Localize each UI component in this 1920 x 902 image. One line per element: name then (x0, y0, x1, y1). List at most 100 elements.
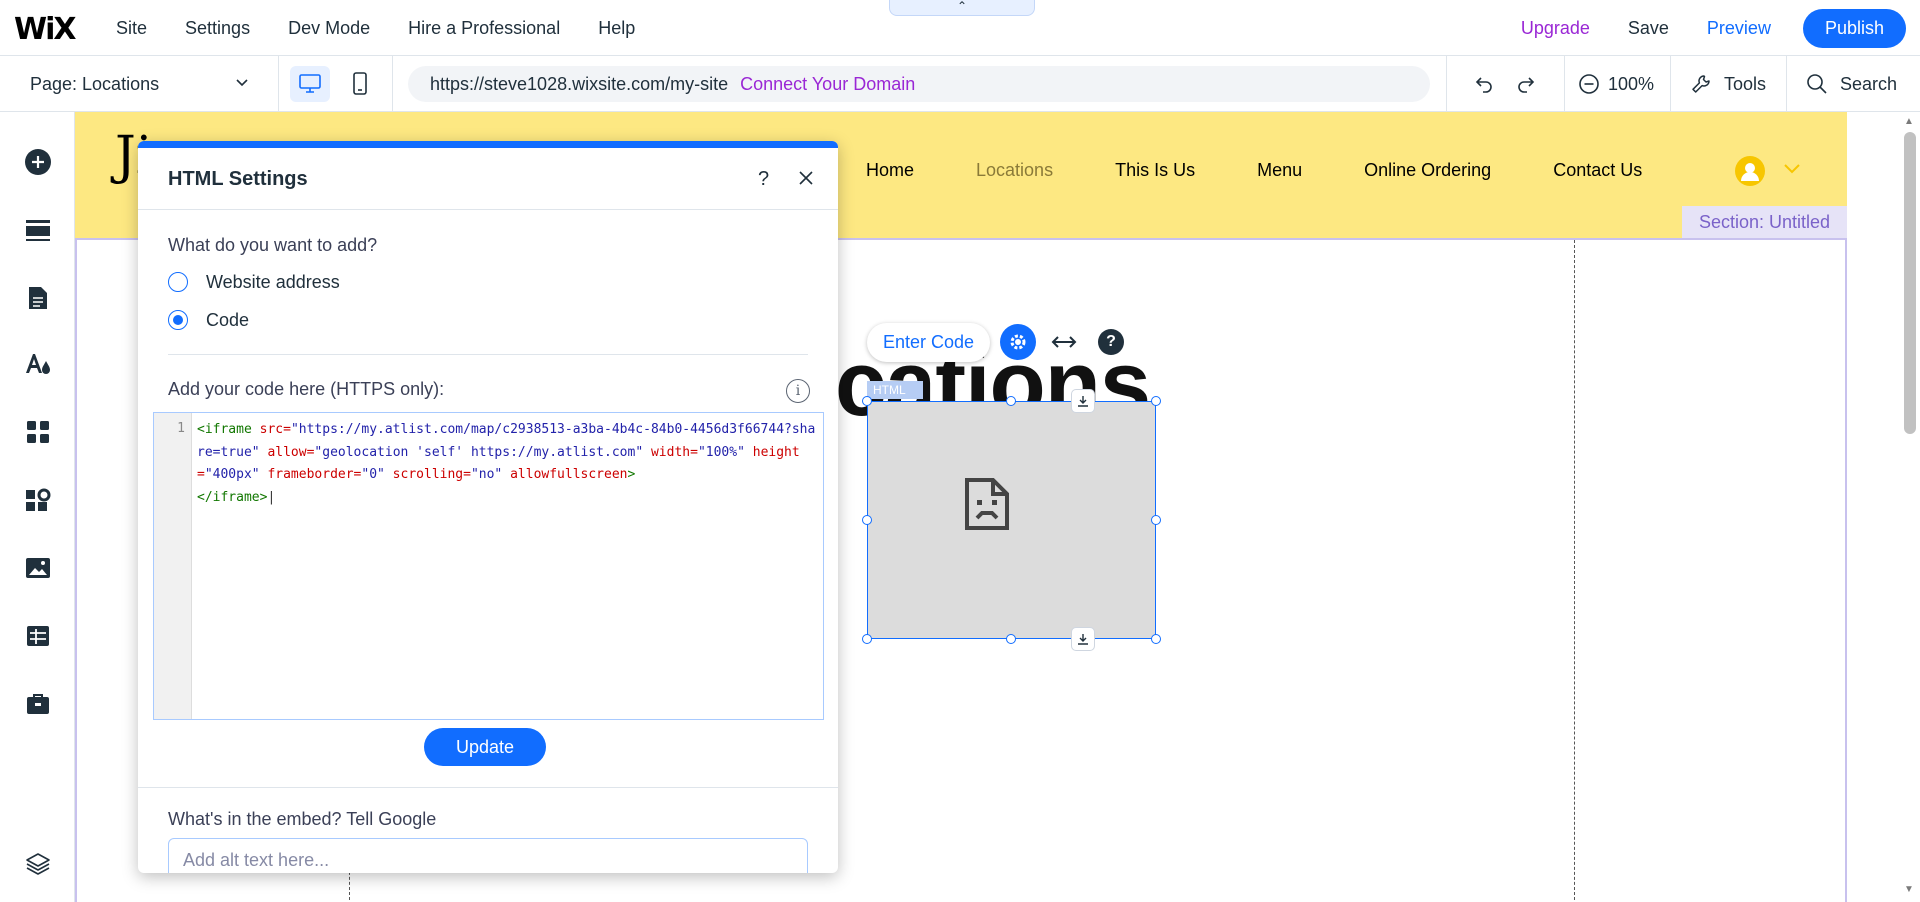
resize-handle[interactable] (862, 396, 872, 406)
section-label[interactable]: Section: Untitled (1682, 206, 1847, 238)
search-label: Search (1840, 73, 1898, 94)
tools-button[interactable]: Tools (1690, 68, 1766, 100)
scroll-down-icon[interactable]: ▼ (1904, 884, 1914, 895)
element-floating-toolbar: Enter Code ? (867, 322, 1125, 362)
nav-home[interactable]: Home (866, 160, 914, 181)
toolbar-divider (1670, 56, 1671, 112)
code-token: "no" (470, 467, 503, 482)
nav-this-is-us[interactable]: This Is Us (1115, 160, 1195, 181)
redo-icon (1518, 77, 1535, 93)
resize-handle[interactable] (862, 634, 872, 644)
code-token: width= (643, 444, 698, 460)
divider (138, 787, 838, 788)
code-content[interactable]: <iframe src="https://my.atlist.com/map/c… (197, 419, 817, 509)
radio-website-label[interactable]: Website address (206, 272, 340, 293)
menu-dev-mode[interactable]: Dev Mode (288, 18, 370, 39)
code-token: "400px" (204, 467, 260, 482)
page-selector-label: Page: Locations (30, 73, 160, 94)
update-button[interactable]: Update (424, 728, 546, 766)
canvas-scrollbar[interactable]: ▲ ▼ (1900, 112, 1920, 902)
code-token: "0" (361, 467, 385, 482)
code-field-label: Add your code here (HTTPS only): (168, 379, 445, 399)
redo-button[interactable] (1514, 68, 1538, 100)
apps-icon[interactable] (24, 418, 52, 446)
nav-online-ordering[interactable]: Online Ordering (1364, 160, 1491, 181)
html-embed-element[interactable] (867, 401, 1156, 639)
close-icon[interactable] (798, 166, 814, 192)
site-design-icon[interactable] (24, 350, 52, 378)
stretch-icon[interactable] (1046, 324, 1083, 360)
wix-logo[interactable]: WiX (14, 12, 76, 47)
connect-domain-link[interactable]: Connect Your Domain (740, 74, 915, 95)
code-token: allowfullscreen (502, 467, 628, 482)
settings-gear-icon[interactable] (1000, 324, 1037, 360)
menu-hire-professional[interactable]: Hire a Professional (408, 18, 560, 39)
help-icon[interactable]: ? (758, 168, 769, 191)
business-tools-icon[interactable] (24, 486, 52, 514)
avatar[interactable] (1735, 156, 1765, 186)
toolbar-divider (1564, 56, 1565, 112)
top-menu: Site Settings Dev Mode Hire a Profession… (116, 0, 635, 56)
nav-menu[interactable]: Menu (1257, 160, 1302, 181)
alt-text-input[interactable]: Add alt text here... (168, 838, 808, 873)
nav-contact-us[interactable]: Contact Us (1553, 160, 1642, 181)
add-type-question: What do you want to add? (168, 235, 378, 255)
resize-handle[interactable] (1151, 396, 1161, 406)
divider (168, 354, 808, 355)
scroll-up-icon[interactable]: ▲ (1904, 116, 1914, 127)
radio-code-label[interactable]: Code (206, 310, 249, 331)
chevron-down-icon (234, 74, 250, 95)
site-nav-menu[interactable]: Home Locations This Is Us Menu Online Or… (866, 160, 1642, 181)
media-icon[interactable] (24, 554, 52, 582)
resize-handle[interactable] (862, 515, 872, 525)
add-elements-icon[interactable] (24, 148, 52, 176)
layers-icon[interactable] (24, 850, 52, 878)
page-selector[interactable]: Page: Locations (30, 56, 250, 112)
broken-file-icon (963, 476, 1011, 537)
radio-website-address[interactable] (168, 272, 188, 292)
pages-icon[interactable] (24, 284, 52, 312)
resize-handle[interactable] (1006, 634, 1016, 644)
site-url-bar[interactable]: https://steve1028.wixsite.com/my-site Co… (408, 66, 1430, 102)
menu-help[interactable]: Help (598, 18, 635, 39)
zoom-button[interactable]: 100% (1578, 68, 1654, 100)
mobile-view-button[interactable] (340, 66, 380, 102)
code-token: scrolling= (384, 467, 471, 482)
radio-code[interactable] (168, 310, 188, 330)
search-button[interactable]: Search (1806, 68, 1897, 100)
preview-button[interactable]: Preview (1707, 18, 1771, 39)
code-token: "100%" (697, 444, 745, 460)
upgrade-link[interactable]: Upgrade (1521, 18, 1590, 39)
code-token: > (627, 467, 636, 482)
portfolio-icon[interactable] (24, 690, 52, 718)
save-button[interactable]: Save (1628, 18, 1669, 39)
code-token: frameborder= (259, 467, 362, 482)
code-editor[interactable]: 1 <iframe src="https://my.atlist.com/map… (153, 412, 824, 720)
resize-handle[interactable] (1151, 515, 1161, 525)
desktop-view-button[interactable] (290, 66, 330, 102)
menu-site[interactable]: Site (116, 18, 147, 39)
code-token: </iframe> (197, 489, 268, 505)
nav-locations[interactable]: Locations (976, 160, 1053, 181)
chevron-down-icon[interactable] (1783, 162, 1801, 180)
undo-button[interactable] (1472, 68, 1496, 100)
add-section-icon[interactable] (24, 216, 52, 244)
enter-code-button[interactable]: Enter Code (867, 322, 991, 362)
menu-settings[interactable]: Settings (185, 18, 250, 39)
help-icon[interactable]: ? (1098, 329, 1125, 355)
info-icon[interactable]: i (786, 379, 810, 403)
resize-handle[interactable] (1151, 634, 1161, 644)
grid-guide-line (1574, 240, 1575, 902)
scroll-thumb[interactable] (1904, 132, 1916, 434)
zoom-out-icon (1579, 74, 1599, 94)
html-settings-dialog: HTML Settings ? What do you want to add?… (138, 141, 838, 873)
publish-button[interactable]: Publish (1802, 8, 1906, 48)
top-bar: WiX Site Settings Dev Mode Hire a Profes… (0, 0, 1920, 56)
collapse-topbar-handle[interactable]: ⌃ (889, 0, 1035, 16)
stretch-down-icon[interactable] (1071, 627, 1095, 651)
stretch-down-icon[interactable] (1071, 389, 1095, 413)
cms-icon[interactable] (24, 622, 52, 650)
dialog-header[interactable]: HTML Settings ? (138, 148, 838, 210)
resize-handle[interactable] (1006, 396, 1016, 406)
site-url: https://steve1028.wixsite.com/my-site (430, 73, 729, 94)
